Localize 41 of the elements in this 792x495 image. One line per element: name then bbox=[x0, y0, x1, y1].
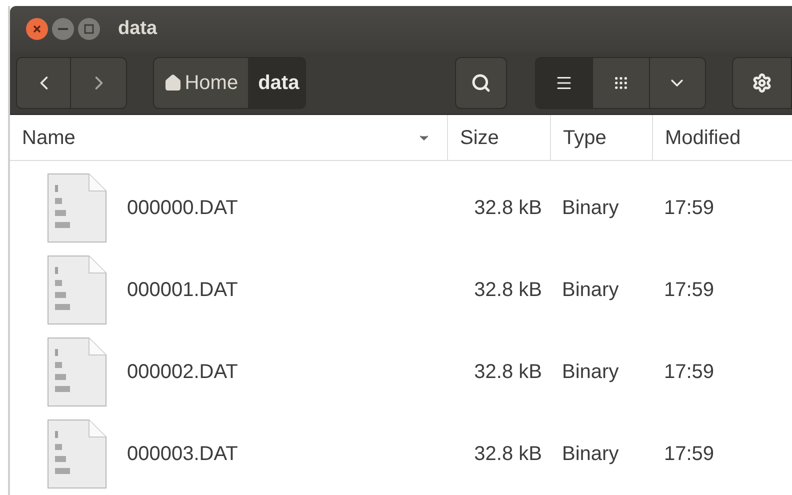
file-type: Binary bbox=[561, 442, 620, 467]
settings-button[interactable] bbox=[732, 57, 792, 110]
modified-time: 17:59 bbox=[663, 442, 714, 467]
binary-file-icon bbox=[47, 337, 107, 407]
column-header[interactable]: Type bbox=[550, 115, 652, 160]
file-size: 32.8 kB bbox=[473, 196, 543, 221]
file-type: Binary bbox=[561, 196, 620, 221]
breadcrumb-button[interactable]: Home bbox=[154, 58, 248, 108]
modified-time: 17:59 bbox=[663, 278, 714, 303]
file-size: 32.8 kB bbox=[473, 278, 543, 303]
home-icon bbox=[164, 74, 182, 92]
view-button[interactable] bbox=[536, 58, 592, 108]
search-icon bbox=[470, 73, 491, 94]
modified-time: 17:59 bbox=[663, 360, 714, 385]
file-name[interactable]: 000003.DAT bbox=[127, 439, 238, 469]
minimize-icon bbox=[58, 28, 68, 30]
binary-file-icon bbox=[47, 419, 107, 489]
window-title: data bbox=[118, 17, 158, 42]
minimize-button[interactable] bbox=[52, 18, 74, 40]
settings-icon bbox=[752, 73, 772, 94]
file-name[interactable]: 000002.DAT bbox=[127, 357, 238, 387]
close-button[interactable] bbox=[26, 18, 48, 40]
column-header[interactable]: Name bbox=[10, 115, 447, 160]
modified-time: 17:59 bbox=[663, 196, 714, 221]
grid-view-icon bbox=[613, 75, 630, 92]
file-type: Binary bbox=[561, 360, 620, 385]
file-type: Binary bbox=[561, 278, 620, 303]
search-button[interactable] bbox=[454, 57, 508, 110]
close-icon bbox=[32, 24, 42, 34]
file-name[interactable]: 000000.DAT bbox=[127, 193, 238, 223]
breadcrumb-button[interactable]: data bbox=[248, 58, 305, 108]
column-header[interactable]: Size bbox=[447, 115, 550, 160]
file-size: 32.8 kB bbox=[473, 360, 543, 385]
binary-file-icon bbox=[47, 255, 107, 325]
view-button[interactable] bbox=[592, 58, 649, 108]
column-header[interactable]: Modified bbox=[652, 115, 792, 160]
maximize-icon bbox=[84, 24, 94, 34]
file-size: 32.8 kB bbox=[473, 442, 543, 467]
file-name[interactable]: 000001.DAT bbox=[127, 275, 238, 305]
binary-file-icon bbox=[47, 173, 107, 243]
maximize-button[interactable] bbox=[78, 18, 100, 40]
